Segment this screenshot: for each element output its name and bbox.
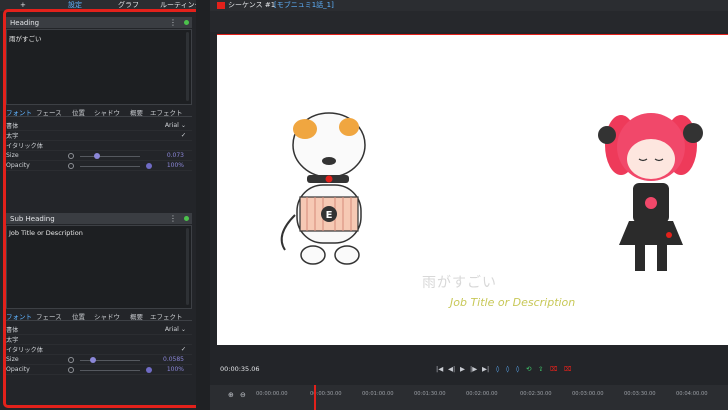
svg-text:E: E [326, 210, 333, 221]
timecode[interactable]: 00:00:35.06 [220, 365, 260, 373]
viewer-subheading-text: Job Title or Description [450, 296, 576, 309]
timeline-tick: 00:00:00.00 [256, 391, 288, 397]
timeline-tick: 00:03:30.00 [624, 391, 656, 397]
timeline-tick: 00:01:00.00 [362, 391, 394, 397]
viewer-toolbar [210, 11, 728, 32]
marker-icon[interactable]: ◊ [516, 365, 519, 373]
anime-girl-character-illustration [598, 113, 703, 271]
zoom-out-icon[interactable]: ⊖ [240, 391, 246, 399]
timeline-tick: 00:02:00.00 [466, 391, 498, 397]
sequence-header: シーケンス #1 [モブニュミ1話_1] [210, 0, 728, 11]
timeline-ruler[interactable]: ⊕ ⊖ 00:00:00.00 00:00:30.00 00:01:00.00 … [210, 385, 728, 410]
timeline-tick: 00:04:00.00 [676, 391, 708, 397]
viewer-heading-text: 雨がすごい [422, 275, 497, 291]
play-icon[interactable]: ▶ [460, 365, 465, 373]
step-back-icon[interactable]: ◀| [448, 365, 455, 373]
transport-bar: 00:00:35.06 |◀ ◀| ▶ |▶ ▶| ◊ ◊ ◊ ⟲ ⇪ ⌧ ⌧ [210, 360, 728, 382]
mark-in-icon[interactable]: ◊ [496, 365, 499, 373]
playhead[interactable] [314, 385, 316, 410]
sequence-label: シーケンス #1 [228, 1, 276, 9]
go-to-start-icon[interactable]: |◀ [436, 365, 443, 373]
panel-divider[interactable] [196, 0, 210, 410]
timeline-tick: 00:03:00.00 [572, 391, 604, 397]
zoom-in-icon[interactable]: ⊕ [228, 391, 234, 399]
timeline-tick: 00:02:30.00 [520, 391, 552, 397]
cut-icon[interactable]: ⌧ [550, 365, 558, 373]
highlight-frame [3, 9, 203, 408]
ripple-delete-icon[interactable]: ⌧ [564, 365, 572, 373]
sequence-name[interactable]: [モブニュミ1話_1] [274, 0, 334, 11]
timeline-tick: 00:01:30.00 [414, 391, 446, 397]
clip-icon[interactable]: ⇪ [538, 365, 543, 373]
mark-out-icon[interactable]: ◊ [506, 365, 509, 373]
dog-character-illustration: E [280, 112, 366, 265]
sequence-color-icon [217, 2, 225, 9]
export-frame-icon[interactable]: ⟲ [526, 365, 531, 373]
step-forward-icon[interactable]: |▶ [470, 365, 477, 373]
go-to-end-icon[interactable]: ▶| [482, 365, 489, 373]
